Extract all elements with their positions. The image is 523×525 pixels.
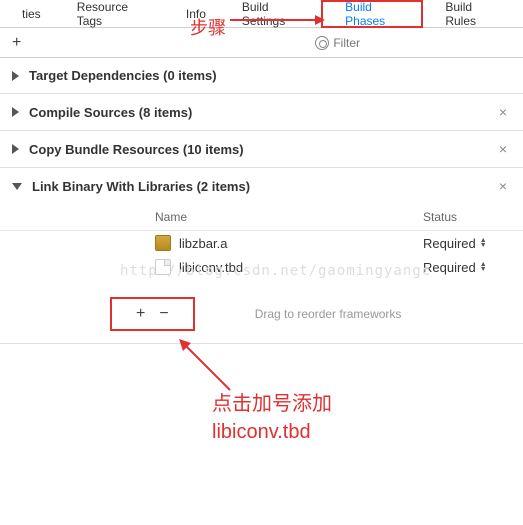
section-title: Compile Sources (8 items) xyxy=(29,105,495,120)
section-title: Target Dependencies (0 items) xyxy=(29,68,511,83)
drag-hint: Drag to reorder frameworks xyxy=(255,307,402,321)
filter-input[interactable] xyxy=(333,36,433,50)
disclosure-right-icon xyxy=(12,71,19,81)
section-link-binary: Link Binary With Libraries (2 items) × N… xyxy=(0,168,523,344)
disclosure-down-icon xyxy=(12,183,22,190)
remove-section-button[interactable]: × xyxy=(495,141,511,157)
filter-wrap xyxy=(315,36,517,50)
filter-icon xyxy=(315,36,329,50)
tab-info[interactable]: Info xyxy=(168,0,224,27)
section-header-copy[interactable]: Copy Bundle Resources (10 items) × xyxy=(0,131,523,167)
tab-capabilities[interactable]: ties xyxy=(4,0,59,27)
column-headers: Name Status xyxy=(0,204,523,231)
library-icon xyxy=(155,235,171,251)
section-target-deps: Target Dependencies (0 items) xyxy=(0,58,523,94)
status-select[interactable]: Required ▲▼ xyxy=(423,260,523,275)
section-copy-bundle: Copy Bundle Resources (10 items) × xyxy=(0,131,523,168)
toolbar: + xyxy=(0,28,523,58)
disclosure-right-icon xyxy=(12,144,19,154)
annotation-arrow-bottom xyxy=(175,335,235,395)
stepper-icon: ▲▼ xyxy=(480,262,487,272)
tab-build-rules[interactable]: Build Rules xyxy=(427,0,519,27)
col-name-header: Name xyxy=(155,210,423,224)
annotation-box-tab xyxy=(321,0,423,28)
add-library-button[interactable]: + xyxy=(136,305,145,323)
library-name: libzbar.a xyxy=(179,236,423,251)
section-header-link[interactable]: Link Binary With Libraries (2 items) × xyxy=(0,168,523,204)
add-phase-button[interactable]: + xyxy=(6,34,27,52)
tab-build-settings[interactable]: Build Settings xyxy=(224,0,327,27)
col-status-header: Status xyxy=(423,210,523,224)
tbd-file-icon xyxy=(155,259,171,275)
status-select[interactable]: Required ▲▼ xyxy=(423,236,523,251)
remove-library-button[interactable]: − xyxy=(159,305,168,323)
annotation-bottom: 点击加号添加 libiconv.tbd xyxy=(212,390,332,446)
disclosure-right-icon xyxy=(12,107,19,117)
section-footer: + − Drag to reorder frameworks xyxy=(0,297,523,331)
section-title: Link Binary With Libraries (2 items) xyxy=(32,179,495,194)
section-header-deps[interactable]: Target Dependencies (0 items) xyxy=(0,58,523,93)
tab-resource-tags[interactable]: Resource Tags xyxy=(59,0,168,27)
annotation-box-plusminus: + − xyxy=(110,297,195,331)
library-row[interactable]: libzbar.a Required ▲▼ xyxy=(0,231,523,255)
remove-section-button[interactable]: × xyxy=(495,104,511,120)
section-header-compile[interactable]: Compile Sources (8 items) × xyxy=(0,94,523,130)
section-compile-sources: Compile Sources (8 items) × xyxy=(0,94,523,131)
remove-section-button[interactable]: × xyxy=(495,178,511,194)
stepper-icon: ▲▼ xyxy=(480,238,487,248)
tab-bar: ties Resource Tags Info Build Settings B… xyxy=(0,0,523,28)
section-title: Copy Bundle Resources (10 items) xyxy=(29,142,495,157)
